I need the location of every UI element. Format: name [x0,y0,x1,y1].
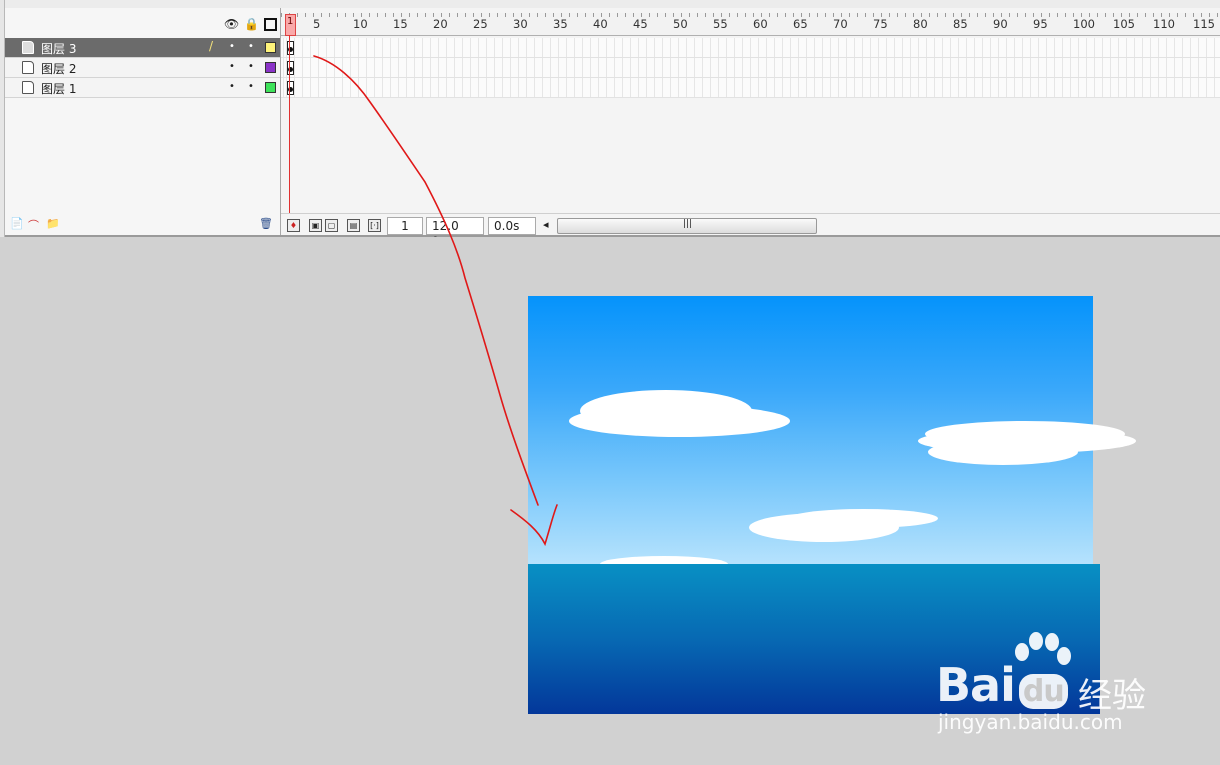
ruler-tick-label: 80 [913,17,928,31]
layer-color-box[interactable] [265,42,276,53]
ruler-tick-label: 75 [873,17,888,31]
ruler-tick-label: 55 [713,17,728,31]
lock-dot[interactable]: • [246,61,256,72]
frame-row-1[interactable] [281,78,1220,98]
pencil-icon: / [209,39,214,53]
elapsed-time-field: 0.0s [488,217,536,235]
layer-name: 图层 1 [41,82,77,96]
visibility-dot[interactable]: • [227,61,237,72]
layer-row-1[interactable]: 图层 1 • • [4,78,280,98]
frames-toolbar: ♦ ▣ ▢ ▤ [·] 1 12.0 fps 0.0s ◂ ||| [281,213,1220,249]
playhead-label: 1 [287,16,294,27]
ruler-tick-label: 95 [1033,17,1048,31]
ruler-tick-label: 85 [953,17,968,31]
onion-outline-icon[interactable]: ▢ [325,219,338,232]
cloud[interactable] [569,405,790,437]
scroll-grip-icon: ||| [683,219,693,229]
ruler-tick-label: 15 [393,17,408,31]
layer-name: 图层 3 [41,42,77,56]
ruler-tick-label: 40 [593,17,608,31]
lock-dot[interactable]: • [246,81,256,92]
onion-markers-icon[interactable]: [·] [368,219,381,232]
layers-header: 👁 🔒 [4,13,280,35]
ruler-tick-label: 90 [993,17,1008,31]
ruler-tick-label: 70 [833,17,848,31]
timeline-panel: 👁 🔒 图层 3 / • • 图层 2 • • 图层 1 • • 📄 ⌒ 📁 🗑… [0,8,1220,249]
ruler-tick-label: 65 [793,17,808,31]
ruler-tick-label: 100 [1073,17,1095,31]
ruler-tick-label: 45 [633,17,648,31]
edit-multiple-frames-icon[interactable]: ▤ [347,219,360,232]
ruler-tick-label: 105 [1113,17,1135,31]
frames-area: 5 10 15 20 25 30 35 40 45 50 55 60 65 70 75 80 85 90 95 100… [281,8,1220,249]
layer-color-box[interactable] [265,82,276,93]
timeline-scrollbar[interactable]: ||| [557,218,817,234]
ruler-tick-label: 50 [673,17,688,31]
visibility-dot[interactable]: • [227,81,237,92]
ruler-tick-label: 30 [513,17,528,31]
layer-icon [22,61,34,74]
eye-icon[interactable]: 👁 [224,17,239,31]
layer-row-3[interactable]: 图层 3 / • • [4,38,280,58]
outline-icon[interactable] [263,17,277,31]
ruler-tick-label: 5 [313,17,321,31]
onion-skin-icon[interactable]: ▣ [309,219,322,232]
insert-folder-icon[interactable]: 📁 [46,217,60,230]
cloud[interactable] [749,513,899,542]
ruler-tick-label: 35 [553,17,568,31]
ruler-tick-label: 60 [753,17,768,31]
layers-toolbar: 📄 ⌒ 📁 🗑 [4,213,280,235]
current-frame-field[interactable]: 1 [387,217,423,235]
ruler-tick-label: 25 [473,17,488,31]
scroll-left-icon[interactable]: ◂ [543,218,549,231]
center-frame-icon[interactable]: ♦ [287,219,300,232]
baidu-jingyan-watermark: Bai du 经验 jingyan.baidu.com [936,630,1166,740]
watermark-brand: Bai du [936,658,1068,712]
layer-icon [22,41,34,54]
playhead-line [289,35,290,213]
cloud[interactable] [928,439,1078,465]
frame-row-3[interactable] [281,38,1220,58]
ruler-tick-label: 20 [433,17,448,31]
add-motion-guide-icon[interactable]: ⌒ [28,217,39,233]
layer-row-2[interactable]: 图层 2 • • [4,58,280,78]
layer-color-box[interactable] [265,62,276,73]
layer-icon [22,81,34,94]
lock-dot[interactable]: • [246,41,256,52]
ruler-tick-label: 110 [1153,17,1175,31]
watermark-url: jingyan.baidu.com [938,710,1123,734]
layers-panel: 👁 🔒 图层 3 / • • 图层 2 • • 图层 1 • • 📄 ⌒ 📁 🗑 [4,8,281,235]
fps-field[interactable]: 12.0 fps [426,217,484,249]
visibility-dot[interactable]: • [227,41,237,52]
ruler-tick-label: 115 [1193,17,1215,31]
ruler-tick-label: 10 [353,17,368,31]
lock-icon[interactable]: 🔒 [244,17,259,31]
frame-row-2[interactable] [281,58,1220,78]
layer-name: 图层 2 [41,62,77,76]
add-layer-icon[interactable]: 📄 [10,217,24,230]
frame-ruler[interactable]: 5 10 15 20 25 30 35 40 45 50 55 60 65 70 75 80 85 90 95 100… [281,13,1220,36]
trash-icon[interactable]: 🗑 [259,217,273,230]
